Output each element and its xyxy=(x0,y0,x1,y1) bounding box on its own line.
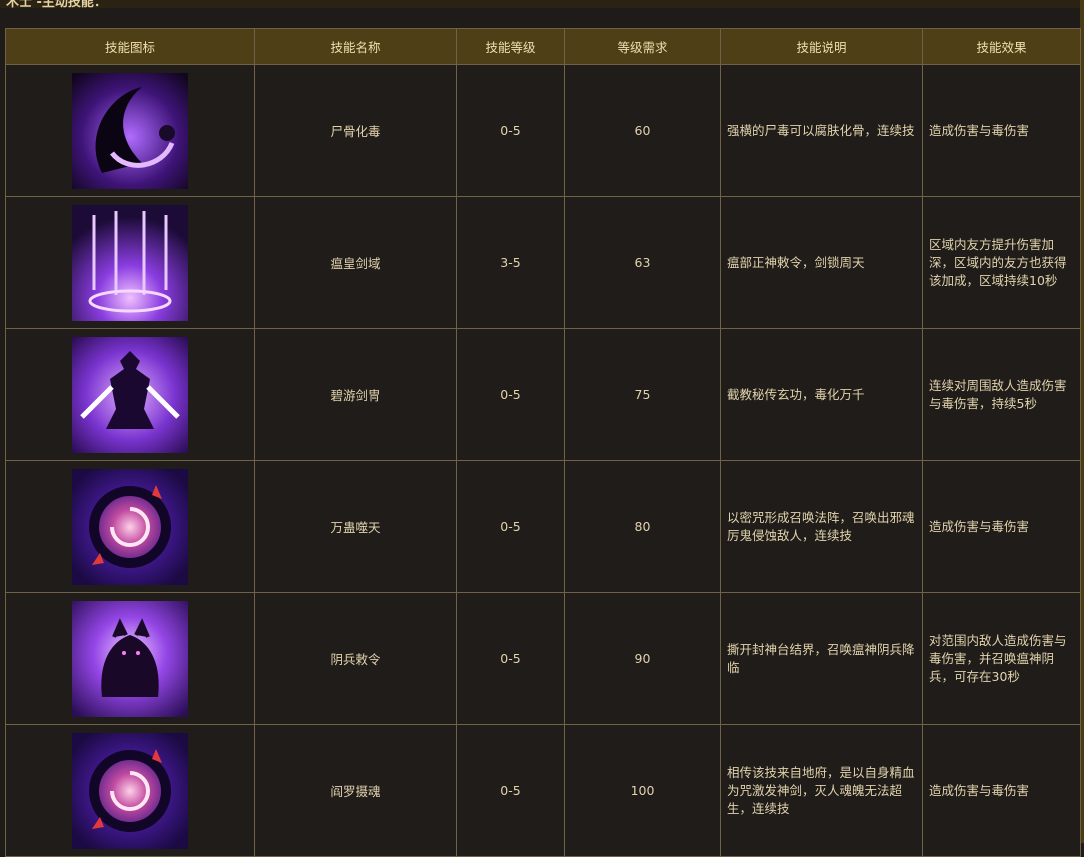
swirl-portal-skill-icon xyxy=(72,732,188,849)
level-requirement: 60 xyxy=(564,64,721,197)
skill-name: 瘟皇剑域 xyxy=(254,196,457,329)
column-header: 技能说明 xyxy=(720,28,923,65)
skill-name: 阎罗摄魂 xyxy=(254,724,457,857)
skill-effect: 造成伤害与毒伤害 xyxy=(922,460,1081,593)
column-header: 技能图标 xyxy=(5,28,255,65)
skill-description: 强横的尸毒可以腐肤化骨，连续技 xyxy=(720,64,923,197)
skill-level: 0-5 xyxy=(456,592,565,725)
skill-name: 万蛊噬天 xyxy=(254,460,457,593)
icon-cell xyxy=(5,460,255,593)
icon-cell xyxy=(5,64,255,197)
skill-level: 0-5 xyxy=(456,724,565,857)
skill-level: 0-5 xyxy=(456,328,565,461)
skill-level: 0-5 xyxy=(456,64,565,197)
level-requirement: 63 xyxy=(564,196,721,329)
top-bar xyxy=(0,0,1084,8)
skill-description: 以密咒形成召唤法阵，召唤出邪魂厉鬼侵蚀敌人，连续技 xyxy=(720,460,923,593)
table-row: 碧游剑冑 0-5 75 截教秘传玄功，毒化万千 连续对周围敌人造成伤害与毒伤害，… xyxy=(5,328,1081,461)
icon-cell xyxy=(5,328,255,461)
level-requirement: 80 xyxy=(564,460,721,593)
sword-domain-skill-icon xyxy=(72,204,188,321)
skill-description: 撕开封神台结界，召唤瘟神阴兵降临 xyxy=(720,592,923,725)
column-header: 技能效果 xyxy=(922,28,1081,65)
table-row: 瘟皇剑域 3-5 63 瘟部正神敕令，剑锁周天 区域内友方提升伤害加深，区域内的… xyxy=(5,196,1081,329)
column-header: 技能名称 xyxy=(254,28,457,65)
dark-crescent-skill-icon xyxy=(72,72,188,189)
icon-cell xyxy=(5,592,255,725)
table-row: 阎罗摄魂 0-5 100 相传该技来自地府，是以自身精血为咒激发神剑，灭人魂魄无… xyxy=(5,724,1081,857)
beast-summon-skill-icon xyxy=(72,600,188,717)
level-requirement: 75 xyxy=(564,328,721,461)
page-heading: 术士 -主动技能： xyxy=(6,0,107,10)
level-requirement: 100 xyxy=(564,724,721,857)
icon-cell xyxy=(5,196,255,329)
skill-description: 截教秘传玄功，毒化万千 xyxy=(720,328,923,461)
skill-effect: 造成伤害与毒伤害 xyxy=(922,64,1081,197)
column-header: 等级需求 xyxy=(564,28,721,65)
icon-cell xyxy=(5,724,255,857)
skill-name: 碧游剑冑 xyxy=(254,328,457,461)
skill-name: 尸骨化毒 xyxy=(254,64,457,197)
level-requirement: 90 xyxy=(564,592,721,725)
skill-description: 瘟部正神敕令，剑锁周天 xyxy=(720,196,923,329)
skill-effect: 连续对周围敌人造成伤害与毒伤害，持续5秒 xyxy=(922,328,1081,461)
skill-level: 3-5 xyxy=(456,196,565,329)
swirl-portal-skill-icon xyxy=(72,468,188,585)
table-row: 尸骨化毒 0-5 60 强横的尸毒可以腐肤化骨，连续技 造成伤害与毒伤害 xyxy=(5,64,1081,197)
table-row: 万蛊噬天 0-5 80 以密咒形成召唤法阵，召唤出邪魂厉鬼侵蚀敌人，连续技 造成… xyxy=(5,460,1081,593)
skill-description: 相传该技来自地府，是以自身精血为咒激发神剑，灭人魂魄无法超生，连续技 xyxy=(720,724,923,857)
skill-effect: 区域内友方提升伤害加深，区域内的友方也获得该加成，区域持续10秒 xyxy=(922,196,1081,329)
skill-name: 阴兵敕令 xyxy=(254,592,457,725)
column-header: 技能等级 xyxy=(456,28,565,65)
table-row: 阴兵敕令 0-5 90 撕开封神台结界，召唤瘟神阴兵降临 对范围内敌人造成伤害与… xyxy=(5,592,1081,725)
skills-table: 技能图标 技能名称 技能等级 等级需求 技能说明 技能效果 尸骨化毒 0-5 6… xyxy=(5,28,1081,857)
skill-effect: 对范围内敌人造成伤害与毒伤害，并召唤瘟神阴兵，可存在30秒 xyxy=(922,592,1081,725)
skill-level: 0-5 xyxy=(456,460,565,593)
skill-effect: 造成伤害与毒伤害 xyxy=(922,724,1081,857)
summoner-swords-skill-icon xyxy=(72,336,188,453)
table-header-row: 技能图标 技能名称 技能等级 等级需求 技能说明 技能效果 xyxy=(5,28,1081,65)
